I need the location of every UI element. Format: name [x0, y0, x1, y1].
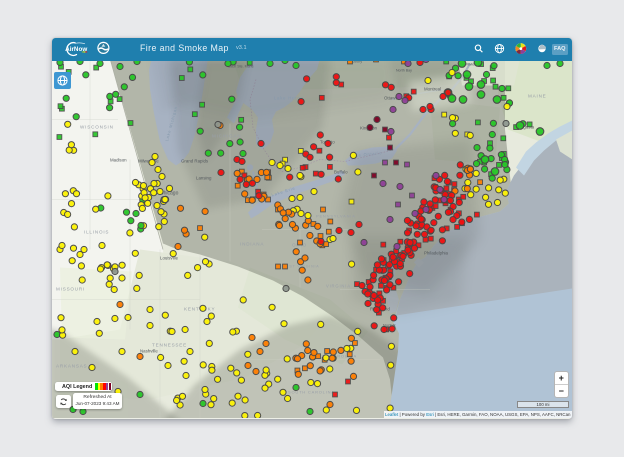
svg-text:Buffalo: Buffalo [334, 170, 348, 175]
svg-text:Montreal: Montreal [424, 87, 441, 92]
svg-text:ILLINOIS: ILLINOIS [84, 230, 109, 235]
svg-text:Grand Rapids: Grand Rapids [181, 159, 209, 164]
svg-text:Lansing: Lansing [196, 176, 212, 181]
svg-text:ARKANSAS: ARKANSAS [56, 364, 87, 369]
svg-text:INDIANA: INDIANA [240, 242, 264, 247]
svg-text:Philadelphia: Philadelphia [424, 251, 448, 256]
svg-text:MISSOURI: MISSOURI [56, 287, 85, 292]
svg-text:VIRGINIA: VIRGINIA [326, 284, 351, 289]
svg-text:Nashville: Nashville [140, 349, 158, 354]
svg-text:Madison: Madison [110, 158, 127, 163]
svg-text:Louisville: Louisville [160, 256, 179, 261]
svg-text:MICHIGAN: MICHIGAN [212, 134, 241, 139]
svg-text:WISCONSIN: WISCONSIN [80, 125, 114, 130]
svg-text:PENNSYLVANIA: PENNSYLVANIA [316, 214, 356, 219]
svg-text:North Bay: North Bay [396, 69, 412, 73]
svg-text:MAINE: MAINE [528, 94, 547, 99]
svg-text:TENNESSEE: TENNESSEE [152, 343, 187, 348]
